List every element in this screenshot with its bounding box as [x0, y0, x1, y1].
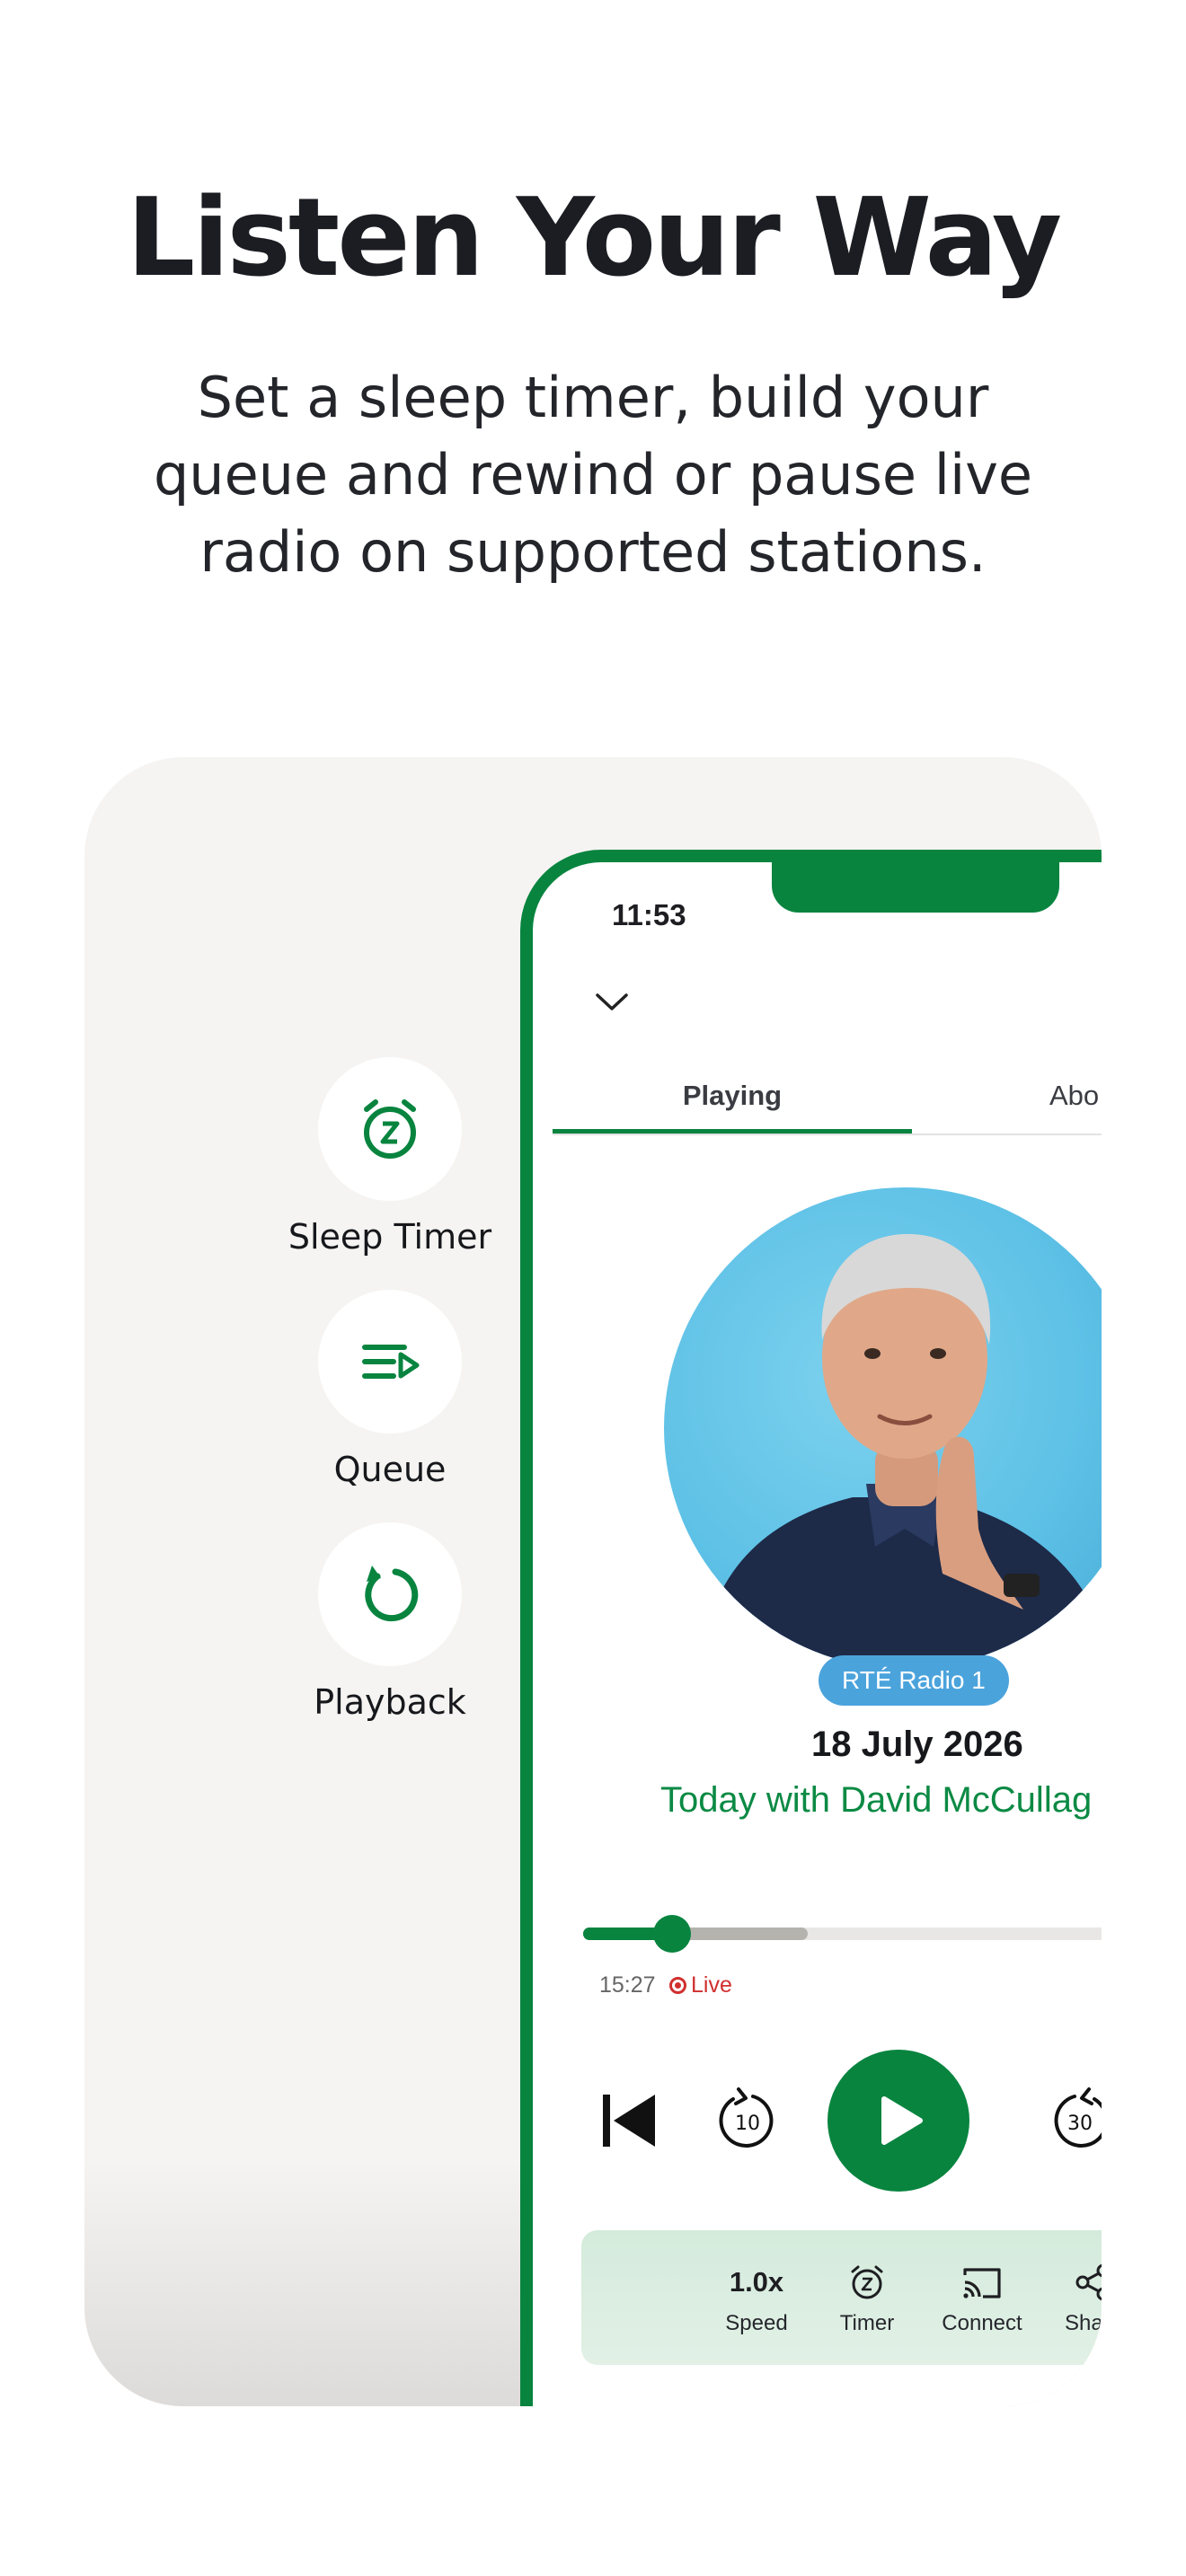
- timer-label: Timer: [839, 2311, 895, 2335]
- subhead: Set a sleep timer, build your queue and …: [144, 359, 1042, 591]
- status-time: 11:53: [612, 898, 686, 931]
- rewind-seconds: 10: [735, 2113, 760, 2135]
- share-label: Share: [1064, 2311, 1102, 2335]
- phone-mockup: 11:53 Playing Abo RTÉ Radio 1 18 July 20…: [520, 850, 1102, 2406]
- chevron-down-icon[interactable]: [594, 990, 630, 1018]
- forward-seconds: 30: [1067, 2113, 1093, 2135]
- elapsed-time: 15:27: [599, 1972, 656, 1998]
- rewind-10-icon[interactable]: 10: [711, 2084, 784, 2157]
- player-options-bar: 1.0x Speed Timer Connect Sh: [581, 2230, 1102, 2365]
- timer-icon: [813, 2263, 921, 2302]
- share-icon: [1040, 2263, 1102, 2302]
- tab-playing[interactable]: Playing: [553, 1080, 912, 1130]
- forward-30-icon[interactable]: 30: [1043, 2084, 1102, 2157]
- live-label: Live: [691, 1972, 732, 1998]
- replay-icon: [318, 1522, 462, 1666]
- queue-play-icon: [318, 1290, 462, 1434]
- show-title[interactable]: Today with David McCullag: [660, 1780, 1092, 1821]
- speed-button[interactable]: 1.0x Speed: [703, 2263, 810, 2336]
- subhead-line: radio on supported stations.: [199, 519, 987, 585]
- timer-button[interactable]: Timer: [813, 2263, 921, 2336]
- subhead-line: queue and rewind or pause live: [153, 442, 1033, 507]
- phone-notch: [772, 862, 1059, 913]
- share-button[interactable]: Share: [1040, 2263, 1102, 2336]
- progress-thumb[interactable]: [653, 1915, 691, 1953]
- connect-label: Connect: [942, 2311, 1022, 2335]
- connect-button[interactable]: Connect: [928, 2263, 1036, 2336]
- live-dot-icon: [669, 1977, 686, 1994]
- episode-date: 18 July 2026: [811, 1725, 1023, 1764]
- speed-value: 1.0x: [729, 2266, 784, 2298]
- alarm-clock-z-icon: [318, 1057, 462, 1201]
- cast-icon: [928, 2263, 1036, 2302]
- speed-label: Speed: [725, 2311, 788, 2335]
- station-badge: RTÉ Radio 1: [819, 1655, 1009, 1706]
- play-icon: [881, 2096, 923, 2145]
- tab-divider: [553, 1134, 1102, 1135]
- presenter-photo: [664, 1187, 1102, 1669]
- headline: Listen Your Way: [126, 176, 1062, 301]
- feature-card: Sleep Timer Queue Playback 11:53 Playing…: [84, 757, 1102, 2406]
- play-button[interactable]: [828, 2050, 969, 2192]
- skip-previous-icon[interactable]: [597, 2089, 660, 2152]
- subhead-line: Set a sleep timer, build your: [197, 365, 989, 430]
- tab-about[interactable]: Abo: [1049, 1080, 1099, 1112]
